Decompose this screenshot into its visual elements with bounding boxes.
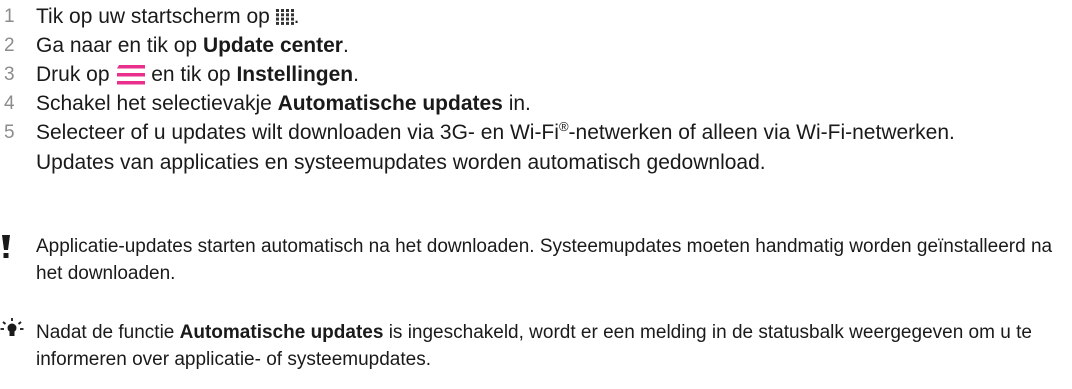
tip-text: Nadat de functie bbox=[36, 322, 180, 343]
exclamation-icon bbox=[0, 233, 14, 267]
step-number: 3 bbox=[4, 64, 15, 85]
automatic-updates-label: Automatische updates bbox=[277, 92, 503, 115]
update-center-label: Update center bbox=[202, 34, 343, 57]
menu-icon bbox=[117, 65, 146, 85]
lightbulb-icon bbox=[0, 317, 24, 349]
instellingen-label: Instellingen bbox=[236, 63, 354, 86]
automatic-updates-label: Automatische updates bbox=[179, 322, 384, 343]
apps-grid-icon bbox=[275, 9, 294, 26]
step-number: 4 bbox=[4, 93, 15, 114]
step-number: 5 bbox=[4, 122, 15, 143]
step-text: Tik op uw startscherm op bbox=[36, 5, 276, 28]
step-number: 1 bbox=[4, 6, 15, 27]
step-number: 2 bbox=[4, 35, 15, 56]
warning-text: Applicatie-updates starten automatisch n… bbox=[36, 236, 1053, 284]
